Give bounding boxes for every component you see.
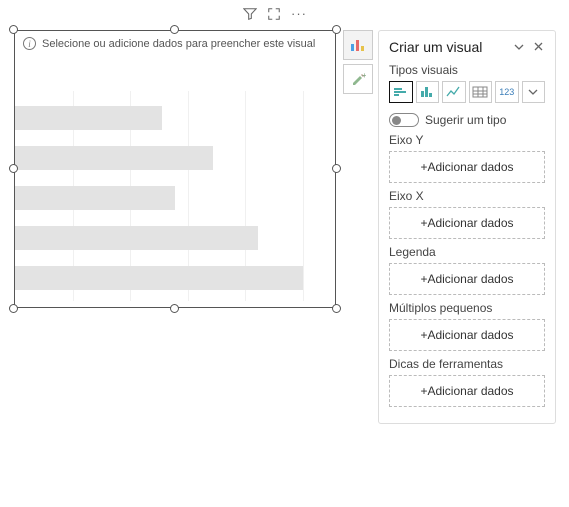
resize-handle[interactable] <box>332 25 341 34</box>
side-tool-strip: + <box>343 30 373 94</box>
bar <box>15 226 258 250</box>
visual-type-bar[interactable] <box>416 81 440 103</box>
filter-icon[interactable] <box>243 7 257 21</box>
bar <box>15 266 303 290</box>
resize-handle[interactable] <box>170 304 179 313</box>
collapse-icon[interactable] <box>512 40 526 54</box>
resize-handle[interactable] <box>170 25 179 34</box>
build-visual-panel: Criar um visual Tipos visuais 123 Sugeri… <box>378 30 556 424</box>
placeholder-bars <box>15 106 335 306</box>
suggest-row: Sugerir um tipo <box>389 113 545 127</box>
panel-title: Criar um visual <box>389 39 482 55</box>
bar <box>15 146 213 170</box>
panel-header: Criar um visual <box>389 39 545 55</box>
resize-handle[interactable] <box>9 164 18 173</box>
resize-handle[interactable] <box>9 25 18 34</box>
visual-type-column[interactable] <box>389 81 413 103</box>
add-data-eixo-y[interactable]: +Adicionar dados <box>389 151 545 183</box>
resize-handle[interactable] <box>9 304 18 313</box>
add-data-legenda[interactable]: +Adicionar dados <box>389 263 545 295</box>
visual-types-row: 123 <box>389 81 545 103</box>
visual-canvas[interactable]: i Selecione ou adicione dados para preen… <box>14 30 336 308</box>
build-visual-tab[interactable] <box>343 30 373 60</box>
bar <box>15 186 175 210</box>
canvas-hint: i Selecione ou adicione dados para preen… <box>23 37 315 50</box>
info-icon: i <box>23 37 36 50</box>
visual-type-card[interactable]: 123 <box>495 81 519 103</box>
suggest-label: Sugerir um tipo <box>425 113 506 127</box>
resize-handle[interactable] <box>332 164 341 173</box>
well-label: Legenda <box>389 245 545 259</box>
add-data-multiplos[interactable]: +Adicionar dados <box>389 319 545 351</box>
visual-type-table[interactable] <box>469 81 493 103</box>
more-options-icon[interactable]: ··· <box>291 6 307 21</box>
well-label: Eixo Y <box>389 133 545 147</box>
svg-text:+: + <box>362 71 366 80</box>
well-label: Eixo X <box>389 189 545 203</box>
well-label: Dicas de ferramentas <box>389 357 545 371</box>
visual-type-line[interactable] <box>442 81 466 103</box>
resize-handle[interactable] <box>332 304 341 313</box>
visual-types-label: Tipos visuais <box>389 63 545 77</box>
well-label: Múltiplos pequenos <box>389 301 545 315</box>
suggest-toggle[interactable] <box>389 113 419 127</box>
visual-toolbar: ··· <box>243 6 307 21</box>
add-data-eixo-x[interactable]: +Adicionar dados <box>389 207 545 239</box>
canvas-hint-text: Selecione ou adicione dados para preench… <box>42 38 315 50</box>
visual-type-more[interactable] <box>522 81 546 103</box>
add-data-dicas[interactable]: +Adicionar dados <box>389 375 545 407</box>
focus-mode-icon[interactable] <box>267 7 281 21</box>
bar <box>15 106 162 130</box>
close-icon[interactable] <box>532 40 545 54</box>
format-visual-tab[interactable]: + <box>343 64 373 94</box>
visual-canvas-wrap: i Selecione ou adicione dados para preen… <box>14 30 336 308</box>
